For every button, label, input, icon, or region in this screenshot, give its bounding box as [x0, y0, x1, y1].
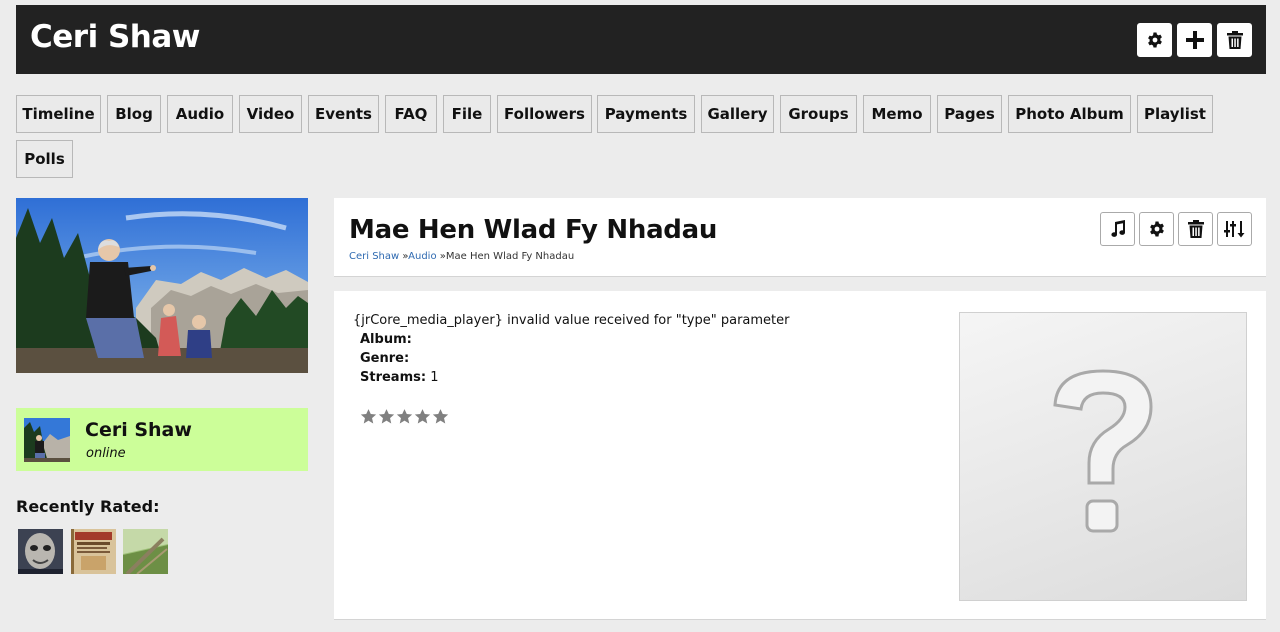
breadcrumb-current: Mae Hen Wlad Fy Nhadau: [445, 251, 575, 262]
tab-playlist[interactable]: Playlist: [1137, 95, 1213, 133]
genre-label: Genre:: [360, 351, 410, 366]
tab-photo-album[interactable]: Photo Album: [1008, 95, 1131, 133]
streams-label: Streams:: [360, 370, 427, 385]
gear-icon: [1148, 220, 1166, 238]
item-title: Mae Hen Wlad Fy Nhadau: [349, 215, 718, 245]
item-body: {jrCore_media_player} invalid value rece…: [334, 291, 1266, 620]
star-rating: [360, 408, 449, 429]
tab-faq[interactable]: FAQ: [385, 95, 437, 133]
settings-button[interactable]: [1137, 23, 1172, 57]
item-delete-button[interactable]: [1178, 212, 1213, 246]
rating-star-2[interactable]: [378, 408, 395, 429]
recently-rated-item-1[interactable]: [18, 529, 63, 574]
gear-icon: [1146, 31, 1164, 49]
add-button[interactable]: [1177, 23, 1212, 57]
tab-timeline[interactable]: Timeline: [16, 95, 101, 133]
user-card[interactable]: Ceri Shaw online: [16, 408, 308, 471]
profile-photo[interactable]: [16, 198, 308, 373]
tab-memo[interactable]: Memo: [863, 95, 931, 133]
music-note-icon: [1109, 220, 1127, 238]
site-header: Ceri Shaw: [16, 5, 1266, 74]
tab-audio[interactable]: Audio: [167, 95, 233, 133]
question-mark-icon: [1043, 365, 1163, 549]
breadcrumb-home-link[interactable]: Ceri Shaw: [349, 251, 399, 262]
user-status: online: [86, 446, 126, 461]
rating-star-3[interactable]: [396, 408, 413, 429]
recently-rated-item-3[interactable]: [123, 529, 168, 574]
sliders-icon: [1223, 220, 1246, 238]
media-player-error: {jrCore_media_player} invalid value rece…: [353, 313, 790, 328]
album-label: Album:: [360, 332, 412, 347]
tab-video[interactable]: Video: [239, 95, 302, 133]
tab-groups[interactable]: Groups: [780, 95, 857, 133]
tab-events[interactable]: Events: [308, 95, 379, 133]
user-name[interactable]: Ceri Shaw: [85, 419, 192, 441]
streams-value: 1: [430, 370, 439, 385]
breadcrumb-audio-link[interactable]: Audio: [408, 251, 436, 262]
delete-button[interactable]: [1217, 23, 1252, 57]
tab-file[interactable]: File: [443, 95, 491, 133]
item-sort-button[interactable]: [1217, 212, 1252, 246]
item-header: Mae Hen Wlad Fy Nhadau Ceri Shaw »Audio …: [334, 198, 1266, 277]
audio-image-placeholder: [959, 312, 1247, 601]
tab-payments[interactable]: Payments: [597, 95, 695, 133]
profile-title[interactable]: Ceri Shaw: [30, 19, 200, 55]
trash-icon: [1226, 31, 1243, 49]
recently-rated-item-2[interactable]: [71, 529, 116, 574]
plus-icon: [1185, 30, 1205, 50]
rating-star-1[interactable]: [360, 408, 377, 429]
tab-gallery[interactable]: Gallery: [701, 95, 774, 133]
rating-star-4[interactable]: [414, 408, 431, 429]
item-settings-button[interactable]: [1139, 212, 1174, 246]
tab-polls[interactable]: Polls: [16, 140, 73, 178]
header-actions: [1137, 23, 1252, 57]
trash-icon: [1187, 220, 1204, 238]
album-row: Album:: [360, 332, 412, 347]
audio-player-button[interactable]: [1100, 212, 1135, 246]
tab-pages[interactable]: Pages: [937, 95, 1002, 133]
rating-star-5[interactable]: [432, 408, 449, 429]
tab-followers[interactable]: Followers: [497, 95, 592, 133]
genre-row: Genre:: [360, 351, 409, 366]
recently-rated-heading: Recently Rated:: [16, 497, 160, 516]
tab-blog[interactable]: Blog: [107, 95, 161, 133]
breadcrumb: Ceri Shaw »Audio »Mae Hen Wlad Fy Nhadau: [349, 251, 574, 262]
item-actions: [1100, 212, 1252, 246]
avatar[interactable]: [24, 418, 70, 462]
streams-row: Streams: 1: [360, 370, 438, 385]
